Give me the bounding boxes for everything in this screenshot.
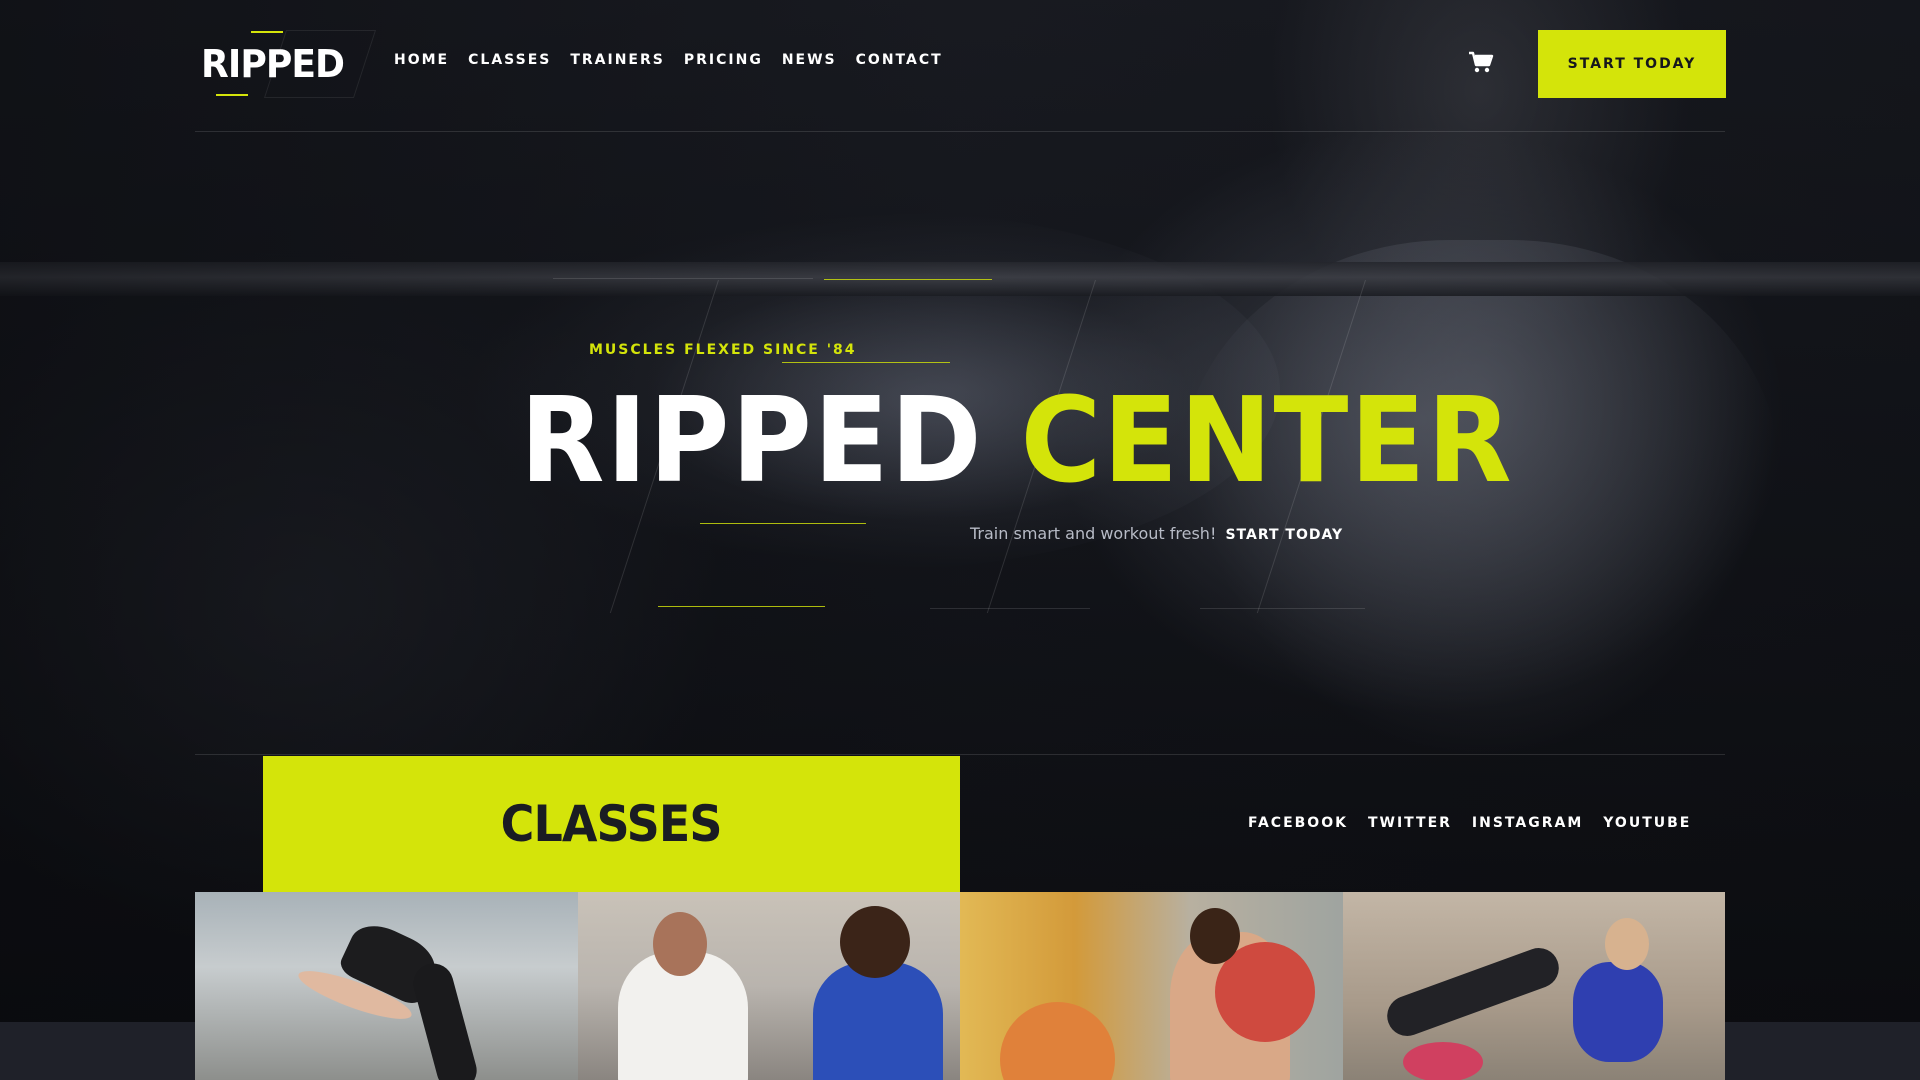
logo-text: RIPPED	[201, 42, 345, 86]
nav-item-pricing[interactable]: PRICING	[684, 52, 763, 68]
top-shape	[1572, 962, 1663, 1062]
decor-frame-line	[553, 278, 813, 279]
classes-title: CLASSES	[500, 795, 723, 853]
start-today-button[interactable]: START TODAY	[1538, 30, 1726, 98]
decor-line	[824, 279, 992, 280]
hero-start-today-link[interactable]: START TODAY	[1225, 527, 1343, 543]
hero-title-word1: RIPPED	[520, 371, 984, 509]
nav-item-trainers[interactable]: TRAINERS	[570, 52, 665, 68]
head-shape	[652, 912, 707, 976]
class-tile-medicine-ball[interactable]	[960, 892, 1343, 1080]
ball-shape	[1402, 1042, 1483, 1080]
jacket-shape	[812, 962, 943, 1080]
decor-line	[658, 606, 825, 607]
class-tile-backbend[interactable]	[195, 892, 578, 1080]
head-shape	[1604, 918, 1649, 970]
class-tiles	[195, 892, 1725, 1080]
nav-item-classes[interactable]: CLASSES	[468, 52, 551, 68]
logo-accent-line	[251, 31, 283, 33]
decor-frame-line	[1200, 608, 1365, 609]
class-tile-situp[interactable]	[1342, 892, 1725, 1080]
cart-icon[interactable]	[1468, 50, 1494, 74]
social-link-twitter[interactable]: TWITTER	[1368, 815, 1452, 831]
classes-heading-box: CLASSES	[263, 756, 960, 892]
social-link-facebook[interactable]: FACEBOOK	[1248, 815, 1348, 831]
decor-frame-line	[930, 608, 1090, 609]
divider	[195, 754, 1725, 755]
social-link-instagram[interactable]: INSTAGRAM	[1472, 815, 1583, 831]
logo-accent-line	[216, 94, 248, 96]
situp-photo-icon	[1381, 942, 1564, 1042]
nav-item-contact[interactable]: CONTACT	[856, 52, 943, 68]
hair-shape	[839, 906, 910, 978]
class-tile-high-five[interactable]	[577, 892, 960, 1080]
main-nav: HOME CLASSES TRAINERS PRICING NEWS CONTA…	[394, 52, 962, 68]
decor-line	[782, 362, 950, 363]
logo[interactable]: RIPPED	[201, 30, 377, 98]
hero-tagline-text: Train smart and workout fresh!	[970, 524, 1217, 543]
head-shape	[1190, 908, 1240, 964]
social-link-youtube[interactable]: YOUTUBE	[1603, 815, 1691, 831]
site-header: RIPPED HOME CLASSES TRAINERS PRICING NEW…	[195, 0, 1726, 132]
hero-title: RIPPED CENTER	[520, 380, 1512, 500]
decor-line	[700, 523, 866, 524]
medicine-ball-photo-icon	[1000, 1002, 1115, 1080]
hero-tagline: Train smart and workout fresh! START TOD…	[970, 524, 1343, 543]
hero-title-word2: CENTER	[1020, 371, 1514, 509]
leg-shape	[408, 959, 482, 1080]
hero-eyebrow: MUSCLES FLEXED SINCE '84	[589, 342, 857, 358]
social-links: FACEBOOK TWITTER INSTAGRAM YOUTUBE	[1248, 815, 1711, 831]
nav-item-news[interactable]: NEWS	[782, 52, 837, 68]
nav-item-home[interactable]: HOME	[394, 52, 449, 68]
